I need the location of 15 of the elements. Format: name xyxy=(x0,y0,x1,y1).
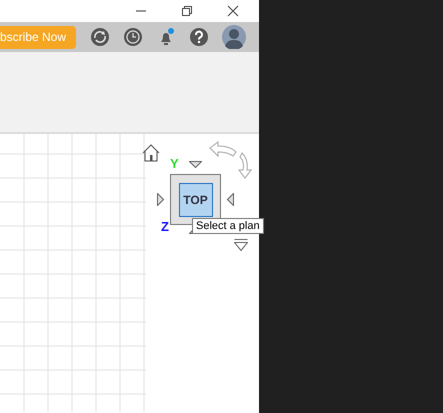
restore-icon[interactable] xyxy=(181,5,193,17)
home-icon[interactable] xyxy=(142,144,160,162)
top-face[interactable]: TOP xyxy=(178,182,212,216)
axis-label: Y xyxy=(170,157,179,170)
right-arrow-icon[interactable] xyxy=(227,193,234,206)
menu-arrow-icon[interactable] xyxy=(234,239,248,251)
sync-icon[interactable] xyxy=(90,27,110,47)
close-icon[interactable] xyxy=(227,5,239,17)
up-arrow-icon[interactable] xyxy=(189,161,202,168)
axis-label: Z xyxy=(161,220,169,233)
left-arrow-icon[interactable] xyxy=(157,193,164,206)
help-icon[interactable] xyxy=(189,27,209,47)
avatar-icon[interactable] xyxy=(222,25,246,49)
clock-icon[interactable] xyxy=(123,27,143,47)
tooltip: Select a plan xyxy=(192,218,264,234)
